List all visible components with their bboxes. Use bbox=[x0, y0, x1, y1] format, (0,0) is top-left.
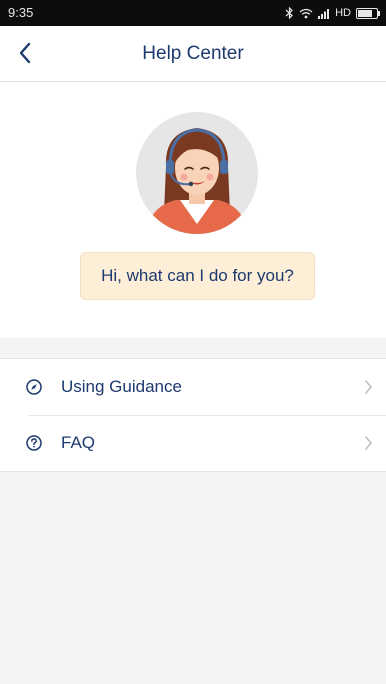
app-header: Help Center bbox=[0, 26, 386, 82]
status-bar: 9:35 HD bbox=[0, 0, 386, 26]
help-menu-list: Using Guidance FAQ bbox=[0, 358, 386, 472]
menu-item-label: FAQ bbox=[61, 433, 96, 452]
greeting-bubble: Hi, what can I do for you? bbox=[80, 252, 315, 300]
hero-section: Hi, what can I do for you? bbox=[0, 82, 386, 338]
compass-icon bbox=[26, 379, 42, 395]
wifi-icon bbox=[299, 8, 313, 18]
help-center-screen: 9:35 HD Help Center Hi, what can I do fo… bbox=[0, 0, 386, 684]
question-circle-icon bbox=[26, 435, 42, 451]
bluetooth-icon bbox=[285, 7, 293, 19]
menu-item-using-guidance[interactable]: Using Guidance bbox=[0, 359, 386, 415]
chevron-right-icon bbox=[365, 380, 372, 394]
chevron-right-icon bbox=[365, 436, 372, 450]
battery-level bbox=[358, 9, 373, 17]
battery-icon bbox=[356, 7, 380, 19]
support-agent-avatar bbox=[136, 112, 258, 234]
menu-item-label: Using Guidance bbox=[61, 377, 182, 396]
page-title: Help Center bbox=[142, 43, 244, 64]
signal-icon bbox=[318, 8, 330, 19]
status-icons: HD bbox=[285, 0, 380, 26]
menu-item-faq[interactable]: FAQ bbox=[0, 415, 386, 471]
network-type: HD bbox=[335, 7, 351, 19]
status-time: 9:35 bbox=[8, 5, 34, 20]
